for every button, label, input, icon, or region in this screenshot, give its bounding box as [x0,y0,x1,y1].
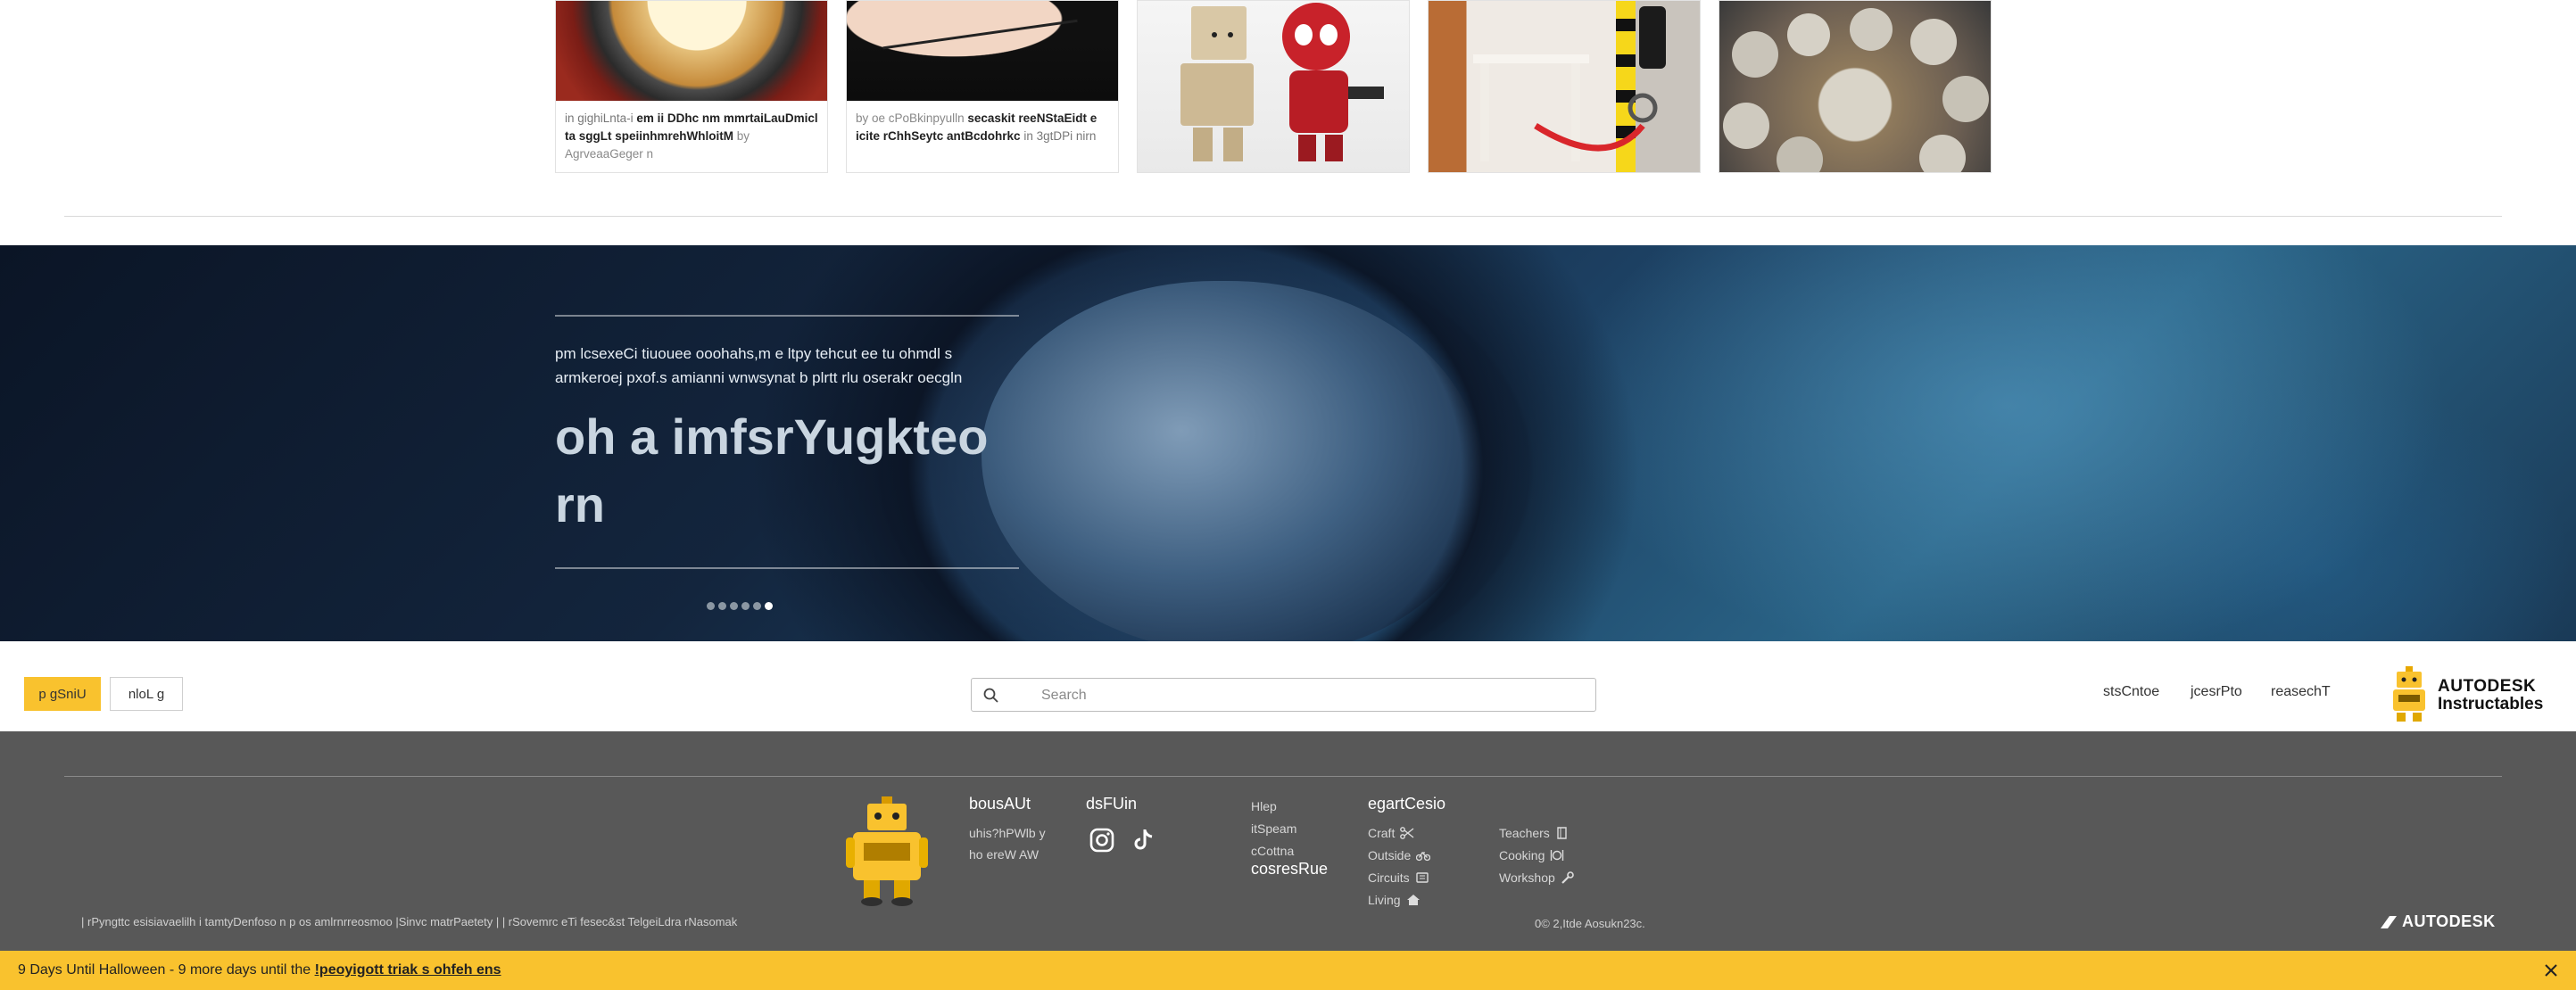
announcement-message: 9 Days Until Halloween - 9 more days unt… [18,962,501,978]
category-label: Cooking [1499,848,1545,862]
chip-icon [1415,872,1429,883]
tiktok-icon[interactable] [1130,827,1156,854]
footer-category-outside[interactable]: Outside [1368,848,1431,862]
category-label: Circuits [1368,870,1410,885]
close-banner-button[interactable] [2539,959,2563,982]
by-label: by [736,129,750,143]
announcement-text: 9 Days Until Halloween - 9 more days unt… [18,962,315,978]
signup-button[interactable]: p gSniU [24,677,101,711]
project-category[interactable]: gighiLnta-i [577,111,633,125]
project-meta: by oe cPoBkinpyulln secaskit reeNStaEidt… [856,110,1111,145]
search-box[interactable] [971,678,1596,712]
project-thumbnail[interactable] [1719,1,1991,172]
hero-banner[interactable]: pm lcsexeCi tiuouee ooohahs,m e ltpy teh… [0,245,2576,641]
site-toolbar: p gSniU nloL g stsCntoe jcesrPto reasech… [0,641,2576,731]
project-card[interactable]: by oe cPoBkinpyulln secaskit reeNStaEidt… [846,0,1119,173]
bicycle-icon [1416,851,1431,862]
section-divider [64,216,2502,217]
book-icon [1557,827,1567,839]
nav-link-contests[interactable]: stsCntoe [2103,684,2159,700]
category-label: Workshop [1499,870,1555,885]
project-card[interactable] [1428,0,1701,173]
category-label: Teachers [1499,826,1550,840]
login-button[interactable]: nloL g [110,677,183,711]
site-footer: bousAUt uhis?hPWlb y ho ereW AW dsFUin H… [0,731,2576,951]
carousel-dot[interactable] [718,602,726,610]
carousel-dots [707,602,773,610]
announcement-banner: 9 Days Until Halloween - 9 more days unt… [0,951,2576,990]
project-author[interactable]: AgrveaaGeger n [565,147,653,161]
search-input[interactable] [1041,685,1577,706]
footer-link-help[interactable]: Hlep [1251,796,1277,818]
autodesk-mark-icon [2381,915,2397,928]
project-category[interactable]: 3gtDPi nirn [1037,129,1097,143]
carousel-dot[interactable] [741,602,750,610]
carousel-dot[interactable] [730,602,738,610]
category-label: Outside [1368,848,1412,862]
footer-category-cooking[interactable]: Cooking [1499,848,1564,862]
cutlery-icon [1551,850,1564,861]
hero-title[interactable]: oh a imfsrYugkteo rn [555,403,1037,539]
page: in gighiLnta-i em ii DDhc nm mmrtaiLauDm… [0,0,2576,990]
autodesk-logo[interactable]: AUTODESK [2381,912,2496,931]
project-meta: in gighiLnta-i em ii DDhc nm mmrtaiLauDm… [565,110,820,163]
footer-divider [64,776,2502,777]
footer-find-heading: dsFUin [1086,795,1138,813]
footer-categories-heading: egartCesio [1368,795,1446,813]
footer-about-line[interactable]: ho ereW AW [969,844,1039,866]
project-card[interactable]: in gighiLnta-i em ii DDhc nm mmrtaiLauDm… [555,0,828,173]
brand-name: AUTODESK [2438,677,2537,696]
wrench-icon [1561,871,1574,884]
by-label: by [856,111,869,125]
carousel-dot[interactable] [707,602,715,610]
project-card[interactable] [1719,0,1992,173]
project-thumbnail[interactable] [1138,1,1409,172]
footer-robot-icon [846,796,928,906]
footer-legal-links[interactable]: | rPyngttc esisiavaelilh i tamtyDenfoso … [81,915,737,928]
nav-link-projects[interactable]: jcesrPto [2191,684,2242,700]
arm-image [847,1,1070,101]
hero-description: pm lcsexeCi tiuouee ooohahs,m e ltpy teh… [555,345,963,386]
home-icon [1406,895,1420,905]
project-author[interactable]: oe cPoBkinpyulln [872,111,965,125]
autodesk-wordmark: AUTODESK [2402,912,2496,930]
footer-about-heading: bousAUt [969,795,1031,813]
carousel-dot[interactable] [765,602,773,610]
search-icon[interactable] [982,687,1000,705]
category-label: Living [1368,893,1401,907]
footer-link-sitemap[interactable]: itSpeam [1251,818,1296,840]
project-thumbnail[interactable] [1429,1,1700,172]
footer-category-teachers[interactable]: Teachers [1499,826,1570,840]
category-label: Craft [1368,826,1396,840]
project-thumbnail[interactable] [847,1,1118,101]
footer-category-living[interactable]: Living [1368,893,1421,907]
figurines-image [1180,3,1384,161]
brand-product: Instructables [2438,695,2544,714]
brand-logo[interactable]: AUTODESK Instructables [2388,666,2566,723]
in-label: in [565,111,575,125]
carousel-dot[interactable] [753,602,761,610]
project-thumbnail[interactable] [556,1,827,101]
robot-logo-icon [2393,666,2425,722]
footer-about-line[interactable]: uhis?hPWlb y [969,822,1046,845]
project-card[interactable] [1137,0,1410,173]
footer-resources-heading: cosresRue [1251,860,1329,878]
footer-copyright: 0© 2,Itde Aosukn23c. [1535,917,1645,930]
announcement-link[interactable]: !peoyigott triak s ohfeh ens [315,962,501,978]
footer-category-circuits[interactable]: Circuits [1368,870,1429,885]
hero-bottom-line [555,567,1019,569]
in-label: in [1023,129,1033,143]
bowl-image [1723,8,1989,172]
workbench-image [1473,1,1666,172]
footer-category-craft[interactable]: Craft [1368,826,1414,840]
scissors-icon [1400,827,1414,839]
instagram-icon[interactable] [1089,827,1115,854]
nav-link-teachers[interactable]: reasechT [2271,684,2331,700]
close-icon[interactable] [2544,963,2558,978]
footer-category-workshop[interactable]: Workshop [1499,870,1575,885]
hero-top-line [555,315,1019,317]
